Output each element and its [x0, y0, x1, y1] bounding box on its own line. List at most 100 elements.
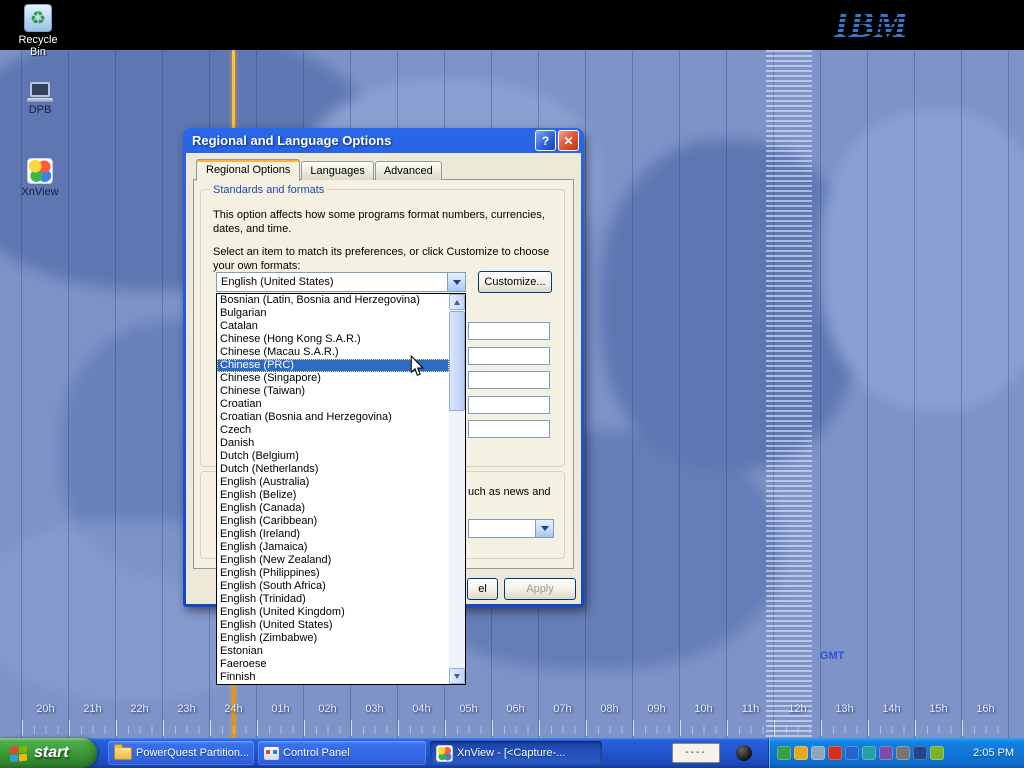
tray-volume-icon[interactable]	[896, 746, 910, 760]
language-option[interactable]: Chinese (Hong Kong S.A.R.)	[217, 333, 449, 346]
language-option[interactable]: English (Ireland)	[217, 528, 449, 541]
tab-languages[interactable]: Languages	[301, 161, 373, 180]
language-option[interactable]: Dutch (Netherlands)	[217, 463, 449, 476]
start-button[interactable]: start	[0, 738, 97, 768]
tray-alert-icon[interactable]	[828, 746, 842, 760]
language-option[interactable]: English (United States)	[217, 619, 449, 632]
recycle-icon: ♻	[24, 4, 52, 32]
taskbar-task-control-panel[interactable]: Control Panel	[258, 741, 426, 765]
language-option[interactable]: Bulgarian	[217, 307, 449, 320]
timezone-label: 09h	[633, 703, 680, 715]
scrollbar-down-button[interactable]	[449, 668, 465, 684]
close-button[interactable]: ✕	[558, 130, 579, 151]
language-option[interactable]: English (Jamaica)	[217, 541, 449, 554]
tray-network-icon[interactable]	[845, 746, 859, 760]
sample-field-fragment	[468, 322, 550, 340]
scrollbar-track[interactable]	[449, 294, 465, 684]
dialog-titlebar[interactable]: Regional and Language Options ? ✕	[186, 128, 581, 153]
language-option[interactable]: English (New Zealand)	[217, 554, 449, 567]
timezone-ticks-minor	[22, 726, 1009, 734]
location-dropdown-button[interactable]	[535, 520, 553, 537]
language-option[interactable]: English (Caribbean)	[217, 515, 449, 528]
tray-antivirus-shield-icon[interactable]	[777, 746, 791, 760]
taskbar-task-powerquest[interactable]: PowerQuest Partition...	[108, 741, 254, 765]
desktop-icon-dpb-label: DPB	[12, 104, 68, 116]
apply-button[interactable]: Apply	[504, 578, 576, 600]
language-option[interactable]: English (Trinidad)	[217, 593, 449, 606]
tray-messenger-icon[interactable]	[862, 746, 876, 760]
standards-description: This option affects how some programs fo…	[213, 208, 558, 236]
tray-keyboard-icon[interactable]	[913, 746, 927, 760]
timezone-label: 01h	[257, 703, 304, 715]
standards-instruction: Select an item to match its preferences,…	[213, 245, 558, 273]
language-option[interactable]: Czech	[217, 424, 449, 437]
xnview-icon	[436, 745, 453, 762]
help-button[interactable]: ?	[535, 130, 556, 151]
sample-field-fragment	[468, 420, 550, 438]
tray-power-icon[interactable]	[930, 746, 944, 760]
taskbar-dashes-item[interactable]: ----	[672, 743, 720, 763]
language-option[interactable]: English (South Africa)	[217, 580, 449, 593]
language-option[interactable]: Catalan	[217, 320, 449, 333]
timezone-label: 16h	[962, 703, 1009, 715]
language-option[interactable]: English (Philippines)	[217, 567, 449, 580]
timezone-label: 11h	[727, 703, 774, 715]
task-label: XnView - [<Capture-...	[457, 747, 565, 759]
tray-scanner-icon[interactable]	[879, 746, 893, 760]
language-option[interactable]: Danish	[217, 437, 449, 450]
language-option[interactable]: English (United Kingdom)	[217, 606, 449, 619]
combobox-dropdown-button[interactable]	[447, 273, 465, 291]
chevron-up-icon	[454, 297, 460, 305]
windows-flag-icon	[9, 744, 29, 762]
location-combobox[interactable]	[468, 519, 554, 538]
timezone-label: 06h	[492, 703, 539, 715]
tray-display-icon[interactable]	[811, 746, 825, 760]
language-option[interactable]: English (Australia)	[217, 476, 449, 489]
dialog-title: Regional and Language Options	[192, 133, 533, 148]
taskbar-task-xnview[interactable]: XnView - [<Capture-...	[430, 741, 602, 765]
timezone-label: 08h	[586, 703, 633, 715]
language-option[interactable]: Croatian (Bosnia and Herzegovina)	[217, 411, 449, 424]
chevron-down-icon	[453, 280, 461, 289]
language-option[interactable]: English (Zimbabwe)	[217, 632, 449, 645]
language-option[interactable]: Bosnian (Latin, Bosnia and Herzegovina)	[217, 294, 449, 307]
taskbar-clock[interactable]: 2:05 PM	[973, 747, 1016, 759]
timezone-label: 05h	[445, 703, 492, 715]
tab-regional-options[interactable]: Regional Options	[196, 159, 300, 181]
language-option[interactable]: Estonian	[217, 645, 449, 658]
language-option[interactable]: Faeroese	[217, 658, 449, 671]
taskbar: start PowerQuest Partition... Control Pa…	[0, 738, 1024, 768]
timezone-label: 21h	[69, 703, 116, 715]
chevron-down-icon	[454, 674, 460, 682]
folder-icon	[114, 747, 132, 760]
language-format-combobox[interactable]: English (United States)	[216, 272, 466, 292]
tab-advanced[interactable]: Advanced	[375, 161, 442, 180]
timezone-label: 24h	[210, 703, 257, 715]
system-tray: 2:05 PM	[768, 738, 1024, 768]
language-list-items: Bosnian (Latin, Bosnia and Herzegovina)B…	[217, 294, 449, 684]
language-option[interactable]: Croatian	[217, 398, 449, 411]
cancel-button-fragment[interactable]: el	[467, 578, 498, 600]
tray-update-icon[interactable]	[794, 746, 808, 760]
timezone-label: 07h	[539, 703, 586, 715]
desktop-icon-xnview[interactable]: XnView	[12, 158, 68, 198]
timezone-label: 03h	[351, 703, 398, 715]
language-option[interactable]: Finnish	[217, 671, 449, 684]
start-label: start	[34, 744, 69, 762]
standards-group-title: Standards and formats	[210, 184, 327, 196]
language-format-value: English (United States)	[217, 276, 447, 288]
timezone-label: 12h	[774, 703, 821, 715]
language-option[interactable]: English (Belize)	[217, 489, 449, 502]
language-option[interactable]: Chinese (Taiwan)	[217, 385, 449, 398]
desktop-icon-dpb[interactable]: DPB	[12, 82, 68, 116]
svg-text:IBM: IBM	[834, 4, 909, 44]
xnview-icon	[27, 158, 53, 184]
language-option[interactable]: Dutch (Belgium)	[217, 450, 449, 463]
language-option[interactable]: English (Canada)	[217, 502, 449, 515]
customize-button[interactable]: Customize...	[478, 271, 552, 293]
scrollbar-up-button[interactable]	[449, 294, 465, 310]
timezone-label: 15h	[915, 703, 962, 715]
scrollbar-thumb[interactable]	[449, 311, 465, 411]
recycle-bin-icon[interactable]: ♻ Recycle Bin	[10, 4, 66, 58]
taskbar-unknown-icon[interactable]	[736, 745, 752, 761]
